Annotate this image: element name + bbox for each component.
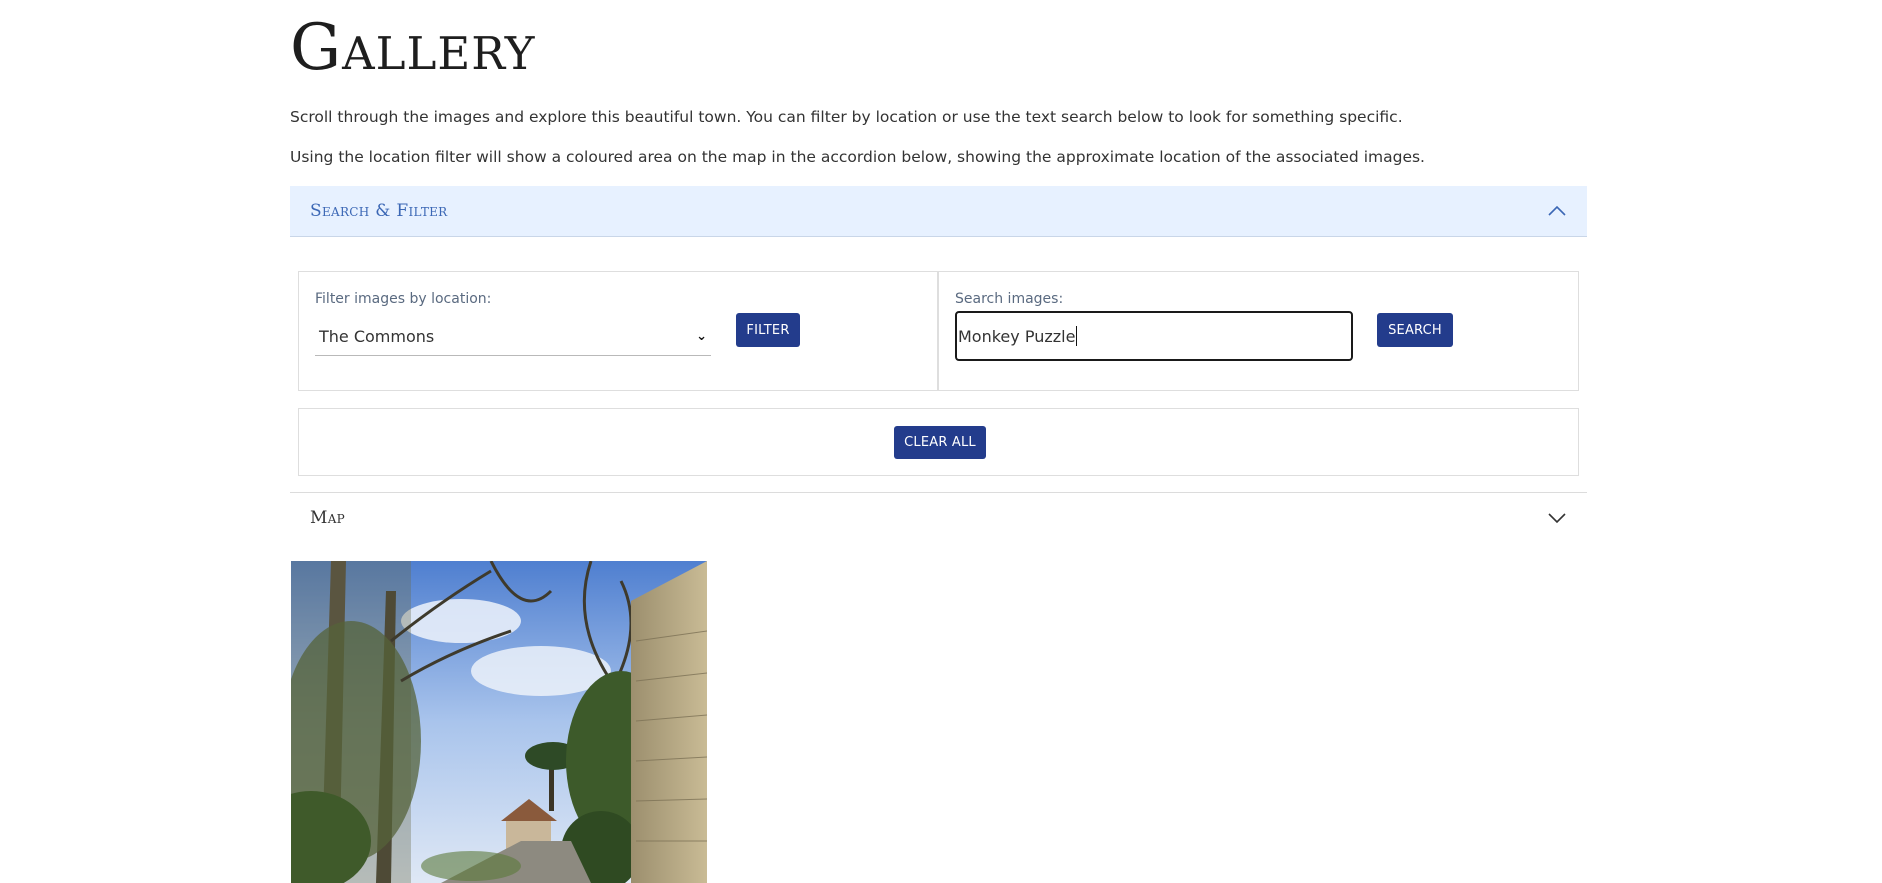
chevron-down-icon	[1547, 512, 1567, 524]
location-filter-panel: Filter images by location: The Commons ⌄…	[298, 271, 938, 391]
intro-paragraph-1: Scroll through the images and explore th…	[290, 108, 1403, 126]
search-filter-accordion-header[interactable]: Search & Filter	[290, 186, 1587, 237]
location-filter-label: Filter images by location:	[315, 291, 492, 307]
chevron-up-icon	[1547, 205, 1567, 217]
map-accordion-header[interactable]: Map	[290, 492, 1587, 543]
search-filter-accordion-label: Search & Filter	[310, 201, 448, 221]
location-select-value: The Commons	[319, 327, 435, 346]
gallery-image[interactable]	[291, 561, 707, 883]
clear-all-button[interactable]: CLEAR ALL	[894, 426, 986, 459]
chevron-down-icon: ⌄	[696, 329, 707, 344]
search-panel: Search images: Monkey Puzzle SEARCH	[938, 271, 1579, 391]
search-input-value: Monkey Puzzle	[958, 326, 1076, 346]
clear-all-panel: CLEAR ALL	[298, 408, 1579, 476]
search-images-label: Search images:	[955, 291, 1064, 307]
location-select[interactable]: The Commons ⌄	[315, 318, 711, 356]
intro-paragraph-2: Using the location filter will show a co…	[290, 148, 1425, 166]
text-caret	[1076, 326, 1078, 346]
search-button[interactable]: SEARCH	[1377, 313, 1453, 347]
filter-button[interactable]: FILTER	[736, 313, 800, 347]
photo-lane-trees-stone-wall-icon	[291, 561, 707, 883]
map-accordion-label: Map	[310, 508, 346, 528]
page: Gallery Scroll through the images and ex…	[0, 0, 1882, 883]
page-title: Gallery	[290, 11, 536, 85]
search-input[interactable]: Monkey Puzzle	[955, 311, 1353, 361]
